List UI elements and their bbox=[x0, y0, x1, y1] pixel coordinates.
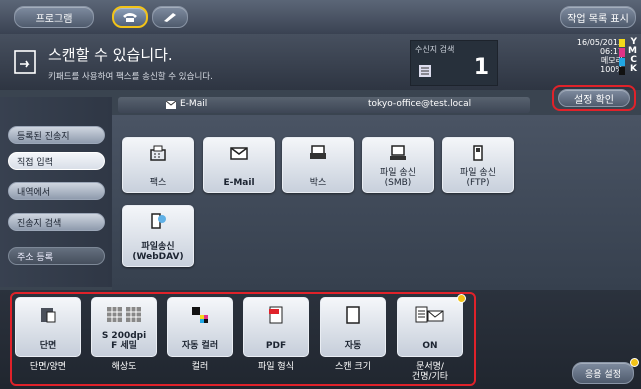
webdav-icon bbox=[151, 213, 166, 229]
webdav-tile[interactable]: 파일송신 (WebDAV) bbox=[122, 205, 194, 267]
apply-settings-button[interactable]: 응용 설정 bbox=[572, 362, 634, 384]
smb-label: 파일 송신 (SMB) bbox=[380, 168, 416, 188]
box-label: 박스 bbox=[309, 178, 327, 188]
status-submessage: 키패드를 사용하여 팩스를 송신할 수 있습니다. bbox=[48, 72, 213, 82]
toner-bar-c bbox=[619, 57, 625, 66]
fax-tile[interactable]: 팩스 bbox=[122, 137, 194, 193]
toner-k: K bbox=[630, 64, 637, 74]
email-tile[interactable]: E-Mail bbox=[203, 137, 275, 193]
pc-icon bbox=[390, 145, 406, 160]
scan-screen: 프로그램 작업 목록 표시 스캔할 수 있습니다. 키패드를 사용하여 팩스를 … bbox=[0, 0, 641, 389]
toner-bar-k bbox=[619, 66, 625, 75]
memory-label: 메모리 bbox=[600, 56, 623, 65]
date-text: 16/05/2013 bbox=[576, 38, 623, 47]
smb-tile[interactable]: 파일 송신 (SMB) bbox=[362, 137, 434, 193]
handset-icon bbox=[164, 13, 176, 22]
phone-button[interactable] bbox=[112, 6, 148, 28]
email-destination-bar: E-Mail tokyo-office@test.local bbox=[118, 97, 530, 113]
ftp-tile[interactable]: 파일 송신 (FTP) bbox=[442, 137, 514, 193]
nav-history[interactable]: 내역에서 bbox=[8, 182, 105, 200]
toner-bar-y bbox=[619, 39, 625, 48]
envelope-small-icon bbox=[166, 101, 176, 109]
program-button[interactable]: 프로그램 bbox=[14, 6, 94, 28]
envelope-icon bbox=[230, 147, 248, 160]
function-buttons-highlight bbox=[10, 292, 476, 386]
email-label: E-Mail bbox=[180, 99, 208, 109]
status-panel: 16/05/2013 06:17 메모리 100% Y M C K bbox=[504, 36, 639, 88]
email-address: tokyo-office@test.local bbox=[368, 99, 472, 109]
dest-count: 1 bbox=[473, 55, 489, 80]
toner-bar-m bbox=[619, 48, 625, 57]
memory-value: 100% bbox=[600, 65, 623, 74]
settings-check-highlight bbox=[552, 85, 636, 111]
hook-button[interactable] bbox=[152, 6, 188, 28]
box-icon bbox=[310, 145, 326, 159]
fax-label: 팩스 bbox=[149, 178, 167, 188]
fax-icon bbox=[150, 145, 166, 161]
ftp-icon bbox=[473, 145, 483, 161]
time-text: 06:17 bbox=[599, 47, 623, 56]
job-list-button[interactable]: 작업 목록 표시 bbox=[560, 6, 636, 28]
nav-direct-input[interactable]: 직접 입력 bbox=[8, 152, 105, 170]
scan-document-icon bbox=[14, 50, 36, 74]
webdav-label: 파일송신 (WebDAV) bbox=[132, 242, 184, 262]
destination-count-box[interactable]: 수신지 검색 1 bbox=[410, 40, 498, 86]
nav-dest-search[interactable]: 진송지 검색 bbox=[8, 213, 105, 231]
top-bar bbox=[0, 0, 641, 34]
list-icon bbox=[419, 65, 431, 77]
apply-dot bbox=[630, 358, 639, 367]
email-tile-label: E-Mail bbox=[223, 178, 255, 188]
box-tile[interactable]: 박스 bbox=[282, 137, 354, 193]
status-message: 스캔할 수 있습니다. bbox=[48, 46, 173, 64]
dest-search-label: 수신지 검색 bbox=[415, 45, 455, 54]
phone-icon bbox=[123, 13, 137, 22]
nav-registered-dest[interactable]: 등록된 진송지 bbox=[8, 126, 105, 144]
nav-address-register[interactable]: 주소 등록 bbox=[8, 247, 105, 265]
ftp-label: 파일 송신 (FTP) bbox=[460, 168, 496, 188]
